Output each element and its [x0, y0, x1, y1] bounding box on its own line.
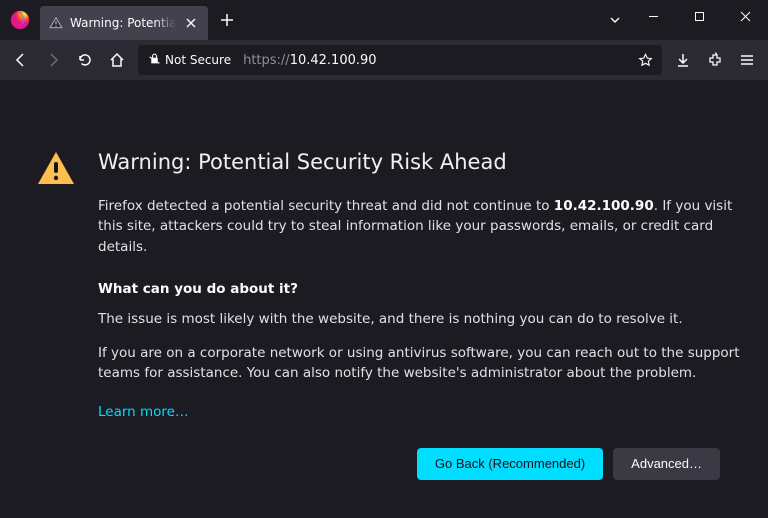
advice-p1: The issue is most likely with the websit…: [98, 309, 748, 329]
warning-body: Warning: Potential Security Risk Ahead F…: [98, 150, 748, 480]
tab-label: Warning: Potential Security Risk: [70, 16, 176, 30]
tab-close-button[interactable]: [182, 14, 200, 32]
urlbar[interactable]: Not Secure https://10.42.100.90: [138, 45, 662, 75]
advanced-button[interactable]: Advanced…: [613, 448, 720, 480]
window-close-button[interactable]: [722, 0, 768, 32]
content-area: Warning: Potential Security Risk Ahead F…: [0, 80, 768, 518]
security-badge-label: Not Secure: [165, 53, 231, 67]
page-heading: Warning: Potential Security Risk Ahead: [98, 150, 748, 174]
advice-p2: If you are on a corporate network or usi…: [98, 343, 748, 384]
toolbar: Not Secure https://10.42.100.90: [0, 40, 768, 80]
target-host: 10.42.100.90: [554, 198, 654, 214]
security-badge[interactable]: Not Secure: [142, 50, 237, 70]
window-minimize-button[interactable]: [630, 0, 676, 32]
app-menu-button[interactable]: [732, 45, 762, 75]
tabs-area: Warning: Potential Security Risk: [40, 0, 600, 40]
downloads-button[interactable]: [668, 45, 698, 75]
back-button[interactable]: [6, 45, 36, 75]
forward-button[interactable]: [38, 45, 68, 75]
intro-paragraph: Firefox detected a potential security th…: [98, 196, 748, 257]
subhead: What can you do about it?: [98, 281, 748, 297]
window-controls: [600, 0, 768, 40]
lock-warning-icon: [148, 52, 161, 68]
tab-dropdown-button[interactable]: [600, 0, 630, 40]
learn-more-link[interactable]: Learn more…: [98, 404, 189, 420]
bookmark-star-button[interactable]: [632, 53, 658, 68]
go-back-button[interactable]: Go Back (Recommended): [417, 448, 603, 480]
home-button[interactable]: [102, 45, 132, 75]
action-row: Go Back (Recommended) Advanced…: [98, 448, 748, 480]
url-protocol: https://: [243, 53, 290, 68]
window-maximize-button[interactable]: [676, 0, 722, 32]
warning-triangle-icon: [36, 150, 76, 190]
extensions-button[interactable]: [700, 45, 730, 75]
titlebar: Warning: Potential Security Risk: [0, 0, 768, 40]
reload-button[interactable]: [70, 45, 100, 75]
firefox-logo-icon: [0, 0, 40, 40]
new-tab-button[interactable]: [212, 5, 242, 35]
warning-favicon-icon: [48, 15, 64, 31]
url-host: 10.42.100.90: [290, 53, 377, 68]
tab-active[interactable]: Warning: Potential Security Risk: [40, 6, 208, 40]
